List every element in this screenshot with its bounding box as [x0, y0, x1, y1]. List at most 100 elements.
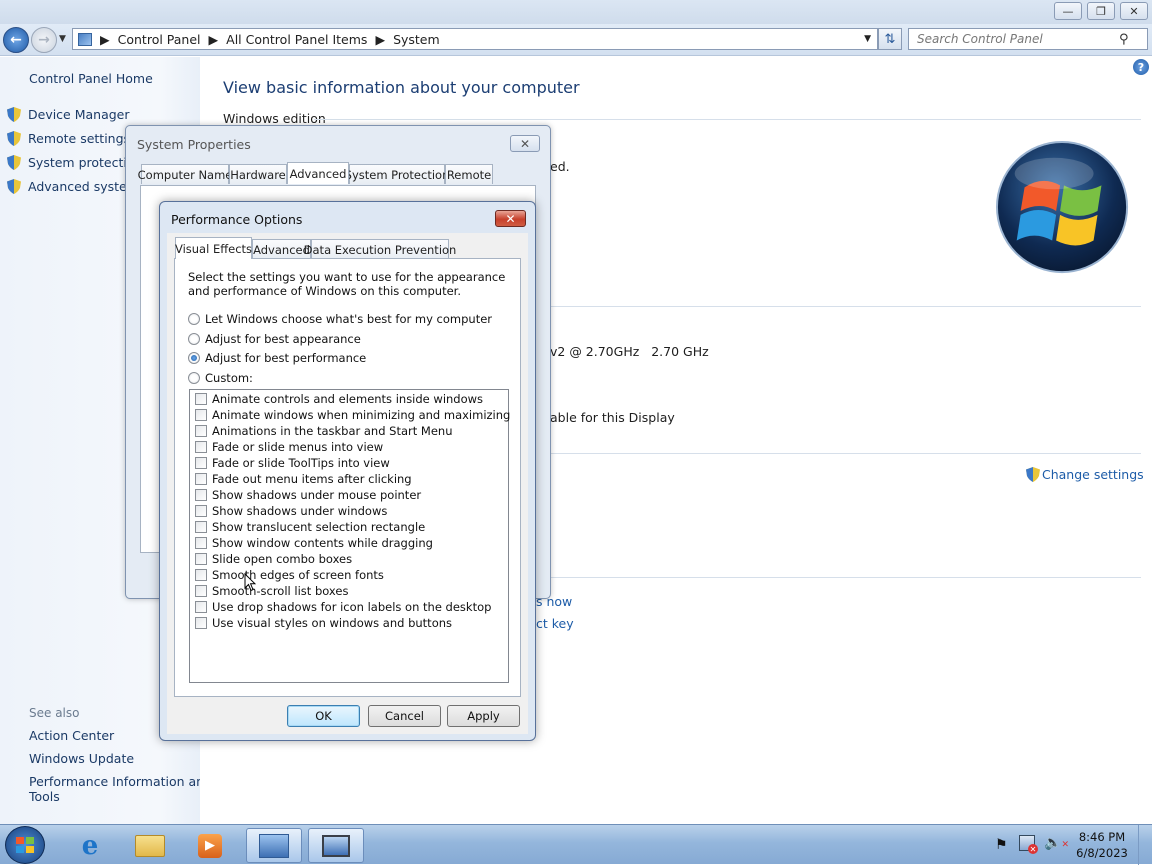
effect-checkbox-row[interactable]: Show shadows under mouse pointer [195, 488, 421, 502]
taskbar-system-properties[interactable] [308, 828, 364, 863]
minimize-button[interactable]: — [1054, 2, 1082, 20]
checkbox[interactable] [195, 617, 207, 629]
performance-information-link[interactable]: Performance Information and Tools [29, 774, 212, 804]
effect-checkbox-row[interactable]: Show window contents while dragging [195, 536, 433, 550]
device-manager-link[interactable]: Device Manager [7, 107, 130, 122]
effect-checkbox-row[interactable]: Smooth-scroll list boxes [195, 584, 348, 598]
recent-pages-dropdown[interactable]: ▼ [59, 34, 66, 44]
effect-label: Smooth edges of screen fonts [212, 568, 384, 582]
effect-checkbox-row[interactable]: Use drop shadows for icon labels on the … [195, 600, 491, 614]
window-titlebar: — ❐ ✕ [0, 0, 1152, 24]
search-box[interactable]: ⚲ [908, 28, 1148, 50]
close-icon: ✕ [505, 211, 516, 226]
back-arrow-icon: ← [10, 32, 22, 48]
system-protection-link[interactable]: System protection [7, 155, 142, 170]
effect-label: Animate controls and elements inside win… [212, 392, 484, 406]
taskbar-control-panel[interactable] [246, 828, 302, 863]
address-bar[interactable]: ▶ Control Panel ▶ All Control Panel Item… [72, 28, 878, 50]
checkbox[interactable] [195, 473, 207, 485]
network-icon[interactable]: ✕ [1019, 835, 1038, 854]
effect-checkbox-row[interactable]: Animate windows when minimizing and maxi… [195, 408, 510, 422]
checkbox[interactable] [195, 489, 207, 501]
tab-advanced-perf[interactable]: Advanced [252, 239, 311, 259]
taskbar-internet-explorer[interactable]: e [62, 828, 118, 863]
uac-shield-icon [1026, 467, 1040, 482]
radio-button[interactable] [188, 313, 200, 325]
tab-system-protection[interactable]: System Protection [345, 164, 449, 184]
start-button[interactable] [5, 826, 45, 864]
checkbox[interactable] [195, 457, 207, 469]
checkbox[interactable] [195, 505, 207, 517]
tab-data-execution-prevention[interactable]: Data Execution Prevention [304, 239, 456, 259]
remote-settings-link[interactable]: Remote settings [7, 131, 130, 146]
show-desktop-button[interactable] [1138, 825, 1152, 865]
tab-visual-effects[interactable]: Visual Effects [175, 237, 252, 259]
tab-hardware[interactable]: Hardware [229, 164, 287, 184]
search-icon[interactable]: ⚲ [1119, 32, 1129, 47]
volume-muted-icon[interactable]: 🔈✕ [1044, 835, 1069, 851]
effect-checkbox-row[interactable]: Fade or slide ToolTips into view [195, 456, 390, 470]
product-key-link-fragment[interactable]: ct key [536, 616, 574, 631]
effect-checkbox-row[interactable]: Fade out menu items after clicking [195, 472, 412, 486]
radio-button-selected[interactable] [188, 352, 200, 364]
action-center-link[interactable]: Action Center [29, 728, 114, 743]
checkbox[interactable] [195, 569, 207, 581]
effect-checkbox-row[interactable]: Animate controls and elements inside win… [195, 392, 483, 406]
performance-options-dialog: Performance Options ✕ Visual Effects Adv… [159, 201, 536, 741]
effect-checkbox-row[interactable]: Show translucent selection rectangle [195, 520, 425, 534]
back-button[interactable]: ← [3, 27, 29, 53]
breadcrumb-control-panel[interactable]: Control Panel [118, 32, 201, 47]
effect-checkbox-row[interactable]: Animations in the taskbar and Start Menu [195, 424, 453, 438]
breadcrumb-all-items[interactable]: All Control Panel Items [226, 32, 367, 47]
checkbox[interactable] [195, 425, 207, 437]
radio-button[interactable] [188, 372, 200, 384]
address-dropdown-icon[interactable]: ▼ [864, 34, 871, 44]
action-center-flag-icon[interactable]: ⚑ [995, 837, 1008, 853]
tab-advanced[interactable]: Advanced [287, 162, 349, 184]
radio-best-appearance[interactable]: Adjust for best appearance [188, 332, 361, 346]
windows-update-link[interactable]: Windows Update [29, 751, 134, 766]
breadcrumb-system[interactable]: System [393, 32, 440, 47]
effect-label: Slide open combo boxes [212, 552, 353, 566]
checkbox[interactable] [195, 537, 207, 549]
change-settings-link[interactable]: Change settings [1026, 467, 1144, 482]
close-window-button[interactable]: ✕ [1120, 2, 1148, 20]
effect-checkbox-row[interactable]: Use visual styles on windows and buttons [195, 616, 452, 630]
tab-computer-name[interactable]: Computer Name [138, 164, 232, 184]
refresh-button[interactable]: ⇅ [878, 28, 902, 50]
effect-label: Show window contents while dragging [212, 536, 433, 550]
system-clock[interactable]: 8:46 PM 6/8/2023 [1072, 829, 1132, 861]
radio-let-windows-choose[interactable]: Let Windows choose what's best for my co… [188, 312, 492, 326]
radio-button[interactable] [188, 333, 200, 345]
checkbox[interactable] [195, 393, 207, 405]
checkbox[interactable] [195, 553, 207, 565]
checkbox[interactable] [195, 409, 207, 421]
effect-checkbox-row[interactable]: Show shadows under windows [195, 504, 387, 518]
apply-button[interactable]: Apply [447, 705, 520, 727]
tab-remote[interactable]: Remote [445, 164, 493, 184]
radio-custom[interactable]: Custom: [188, 371, 253, 385]
taskbar-windows-explorer[interactable] [122, 828, 178, 863]
advanced-system-label: Advanced system [28, 179, 139, 194]
system-properties-close-button[interactable]: ✕ [510, 135, 540, 152]
visual-effects-list[interactable]: Animate controls and elements inside win… [189, 389, 510, 683]
checkbox[interactable] [195, 521, 207, 533]
advanced-system-settings-link[interactable]: Advanced system [7, 179, 139, 194]
performance-options-close-button[interactable]: ✕ [495, 210, 526, 227]
forward-button[interactable]: → [31, 27, 57, 53]
control-panel-home-link[interactable]: Control Panel Home [29, 71, 153, 86]
search-input[interactable] [909, 31, 1119, 47]
help-button[interactable]: ? [1133, 59, 1149, 75]
effect-checkbox-row[interactable]: Smooth edges of screen fonts [195, 568, 384, 582]
checkbox[interactable] [195, 585, 207, 597]
restore-button[interactable]: ❐ [1087, 2, 1115, 20]
checkbox[interactable] [195, 601, 207, 613]
effect-checkbox-row[interactable]: Fade or slide menus into view [195, 440, 383, 454]
radio-best-performance[interactable]: Adjust for best performance [188, 351, 366, 365]
effect-checkbox-row[interactable]: Slide open combo boxes [195, 552, 352, 566]
checkbox[interactable] [195, 441, 207, 453]
taskbar-media-player[interactable]: ▶ [182, 828, 238, 863]
cancel-button[interactable]: Cancel [368, 705, 441, 727]
ok-button[interactable]: OK [287, 705, 360, 727]
device-manager-label: Device Manager [28, 107, 130, 122]
